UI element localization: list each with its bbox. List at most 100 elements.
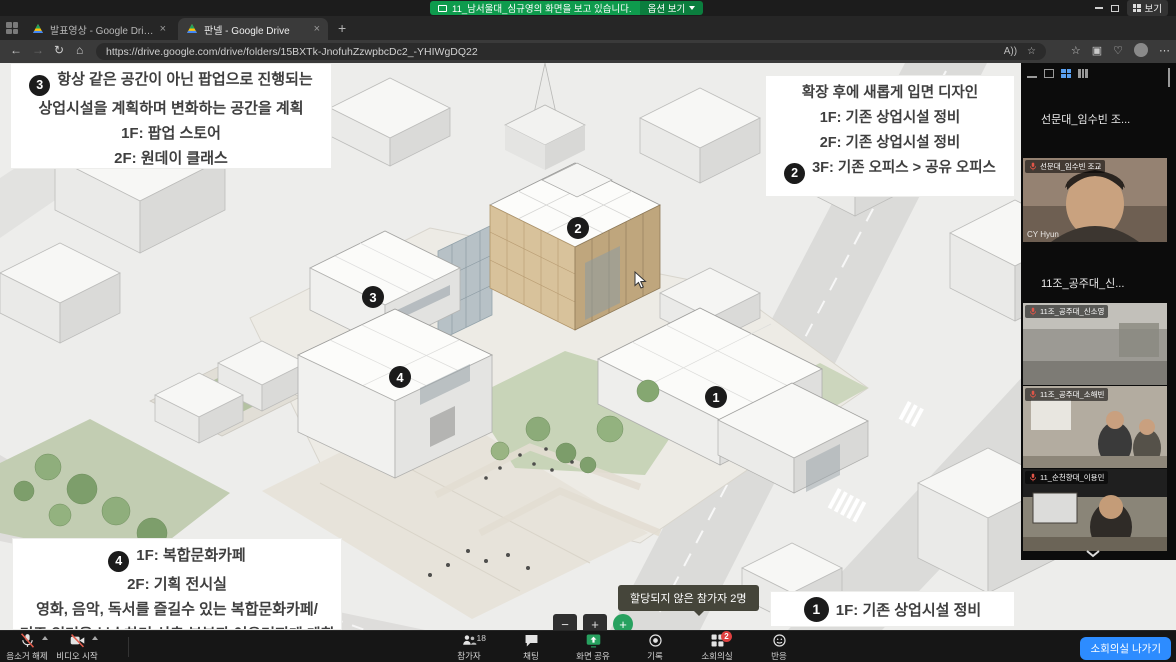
drive-favicon bbox=[32, 23, 44, 35]
speaker-view-icon[interactable] bbox=[1044, 69, 1054, 78]
share-screen-button[interactable]: 화면 공유 bbox=[570, 632, 616, 662]
toolbar-divider bbox=[128, 637, 129, 657]
note1-number-badge: 1 bbox=[804, 597, 829, 622]
toolbar-center-group: 18 참가자 채팅 화면 공유 기록 bbox=[446, 632, 802, 662]
unassigned-participants-tooltip: 할당되지 않은 참가자 2명 bbox=[618, 585, 759, 611]
note2-line1: 확장 후에 새롭게 입면 디자인 bbox=[766, 81, 1014, 106]
annotation-note-4: 41F: 복합문화카페 2F: 기획 전시실 영화, 음악, 독서를 즐길수 있… bbox=[12, 538, 342, 630]
tab-close-icon[interactable]: × bbox=[160, 23, 166, 35]
video-tile-4[interactable]: 11_순천향대_이용민 bbox=[1023, 469, 1167, 551]
video-panel-controls bbox=[1027, 69, 1088, 78]
new-tab-button[interactable]: + bbox=[338, 21, 346, 35]
gallery-view-icon[interactable] bbox=[1061, 69, 1071, 78]
reactions-label: 반응 bbox=[771, 650, 787, 662]
annotation-note-3: 3항상 같은 공간이 아닌 팝업으로 진행되는 상업시설을 계획하며 변화하는 … bbox=[10, 63, 332, 169]
tooltip-text: 할당되지 않은 참가자 2명 bbox=[630, 593, 747, 605]
note4-line1: 1F: 복합문화카페 bbox=[136, 547, 245, 564]
profile-avatar[interactable] bbox=[1134, 43, 1148, 57]
chat-button[interactable]: 채팅 bbox=[508, 632, 554, 662]
participants-label: 참가자 bbox=[457, 650, 480, 662]
start-video-label: 비디오 시작 bbox=[56, 650, 97, 662]
note3-line3: 1F: 팝업 스토어 bbox=[11, 121, 331, 146]
panel-minimize-icon[interactable] bbox=[1027, 76, 1037, 78]
share-screen-label: 화면 공유 bbox=[576, 650, 610, 662]
refresh-icon[interactable]: ↻ bbox=[54, 43, 64, 57]
view-options-button[interactable]: 옵션 보기 bbox=[640, 1, 704, 15]
start-video-button[interactable]: 비디오 시작 bbox=[54, 632, 100, 662]
forward-icon[interactable]: → bbox=[32, 43, 44, 57]
note4-number-badge: 4 bbox=[108, 551, 129, 572]
participant-name-chip: 11조_공주대_신소영 bbox=[1025, 305, 1108, 318]
reactions-button[interactable]: 반응 bbox=[756, 632, 802, 662]
speaker-name-header-1: 선문대_임수빈 조... bbox=[1041, 111, 1130, 127]
add-button[interactable]: + bbox=[613, 614, 633, 630]
breakout-rooms-button[interactable]: 2 소회의실 bbox=[694, 632, 740, 662]
zoom-out-button[interactable]: − bbox=[553, 614, 577, 630]
browser-essentials-icon[interactable]: ♡ bbox=[1113, 44, 1123, 57]
tab-close-icon[interactable]: × bbox=[314, 23, 320, 35]
view-options-label: 옵션 보기 bbox=[648, 1, 686, 15]
participants-button[interactable]: 18 참가자 bbox=[446, 632, 492, 662]
annotation-note-2: 확장 후에 새롭게 입면 디자인 1F: 기존 상업시설 정비 2F: 기존 상… bbox=[765, 75, 1015, 197]
tab-panel[interactable]: 판넬 - Google Drive × bbox=[178, 18, 328, 40]
url-text: https://drive.google.com/drive/folders/1… bbox=[106, 46, 994, 58]
tab-actions-icon[interactable] bbox=[6, 22, 18, 34]
panel-popout-icon[interactable] bbox=[1168, 68, 1170, 87]
chat-label: 채팅 bbox=[523, 650, 539, 662]
note4-line2: 2F: 기획 전시실 bbox=[13, 572, 341, 597]
record-button[interactable]: 기록 bbox=[632, 632, 678, 662]
favorites-bar-icon[interactable]: ☆ bbox=[1071, 44, 1081, 57]
tab-title: 판넬 - Google Drive bbox=[204, 22, 308, 37]
breakout-label: 소회의실 bbox=[701, 650, 732, 662]
view-layout-label: 보기 bbox=[1145, 1, 1162, 15]
video-tile-1[interactable]: 선문대_임수빈 조교 CY Hyun bbox=[1023, 158, 1167, 242]
restore-icon[interactable] bbox=[1111, 5, 1119, 12]
url-field[interactable]: https://drive.google.com/drive/folders/1… bbox=[96, 43, 1046, 60]
zoom-in-button[interactable]: + bbox=[583, 614, 607, 630]
shared-screen-content: 3항상 같은 공간이 아닌 팝업으로 진행되는 상업시설을 계획하며 변화하는 … bbox=[0, 63, 1176, 630]
unmute-label: 음소거 해제 bbox=[6, 650, 47, 662]
view-layout-button[interactable]: 보기 bbox=[1127, 0, 1168, 16]
mic-options-caret[interactable] bbox=[42, 636, 48, 640]
participant-name: 11조_공주대_소해빈 bbox=[1040, 389, 1104, 400]
building-marker-2: 2 bbox=[567, 217, 589, 239]
read-aloud-icon[interactable]: A)) bbox=[1004, 46, 1017, 57]
building-marker-1: 1 bbox=[705, 386, 727, 408]
browser-tab-bar: 발표영상 - Google Drive × 판넬 - Google Drive … bbox=[0, 16, 1176, 40]
tab-presentation-video[interactable]: 발표영상 - Google Drive × bbox=[24, 18, 174, 40]
note3-line4: 2F: 원데이 클래스 bbox=[11, 146, 331, 171]
record-label: 기록 bbox=[647, 650, 663, 662]
building-marker-3: 3 bbox=[362, 286, 384, 308]
chat-icon bbox=[523, 632, 540, 649]
favorite-star-icon[interactable]: ☆ bbox=[1027, 46, 1036, 57]
video-tile-3[interactable]: 11조_공주대_소해빈 bbox=[1023, 386, 1167, 468]
video-options-caret[interactable] bbox=[92, 636, 98, 640]
strip-view-icon[interactable] bbox=[1078, 69, 1088, 78]
home-icon[interactable]: ⌂ bbox=[76, 43, 83, 57]
participants-icon bbox=[461, 632, 478, 649]
screen-share-banner-text: 11_남서울대_심규영의 화면을 보고 있습니다. bbox=[452, 1, 632, 15]
more-menu-icon[interactable]: ⋯ bbox=[1159, 44, 1170, 57]
screen-share-banner-group: 11_남서울대_심규영의 화면을 보고 있습니다. 옵션 보기 bbox=[430, 1, 703, 15]
zoom-video-panel: 선문대_임수빈 조... 선문대_임수빈 조교 CY Hyun 11조_공주대_… bbox=[1021, 63, 1176, 560]
video-tile-2[interactable]: 11조_공주대_신소영 bbox=[1023, 303, 1167, 385]
drive-zoom-controls: − + + bbox=[553, 614, 633, 630]
zoom-meeting-toolbar: 음소거 해제 비디오 시작 18 참가자 bbox=[0, 630, 1176, 662]
video-watermark: CY Hyun bbox=[1027, 230, 1059, 239]
video-off-icon bbox=[69, 632, 86, 649]
back-icon[interactable]: ← bbox=[10, 43, 22, 57]
unmute-button[interactable]: 음소거 해제 bbox=[4, 632, 50, 662]
panel-layout-controls bbox=[1168, 69, 1170, 87]
note4-line4: 기존 입면을 보수하며 신축 부분과 어우러지게 계획 bbox=[13, 622, 341, 630]
note3-line2: 상업시설을 계획하며 변화하는 공간을 계획 bbox=[11, 96, 331, 121]
chevron-down-icon bbox=[689, 6, 695, 10]
note1-line1: 1F: 기존 상업시설 정비 bbox=[836, 599, 981, 620]
panel-scroll-down-chevron[interactable] bbox=[1085, 549, 1101, 558]
muted-mic-icon bbox=[1029, 390, 1037, 399]
minimize-icon[interactable] bbox=[1095, 7, 1103, 9]
leave-breakout-room-button[interactable]: 소회의실 나가기 bbox=[1080, 637, 1171, 660]
note2-line3: 2F: 기존 상업시설 정비 bbox=[766, 131, 1014, 156]
collections-icon[interactable]: ▣ bbox=[1092, 44, 1102, 57]
browser-toolbar-icons: ☆ ▣ ♡ ⋯ bbox=[1071, 43, 1170, 57]
record-icon bbox=[647, 632, 664, 649]
